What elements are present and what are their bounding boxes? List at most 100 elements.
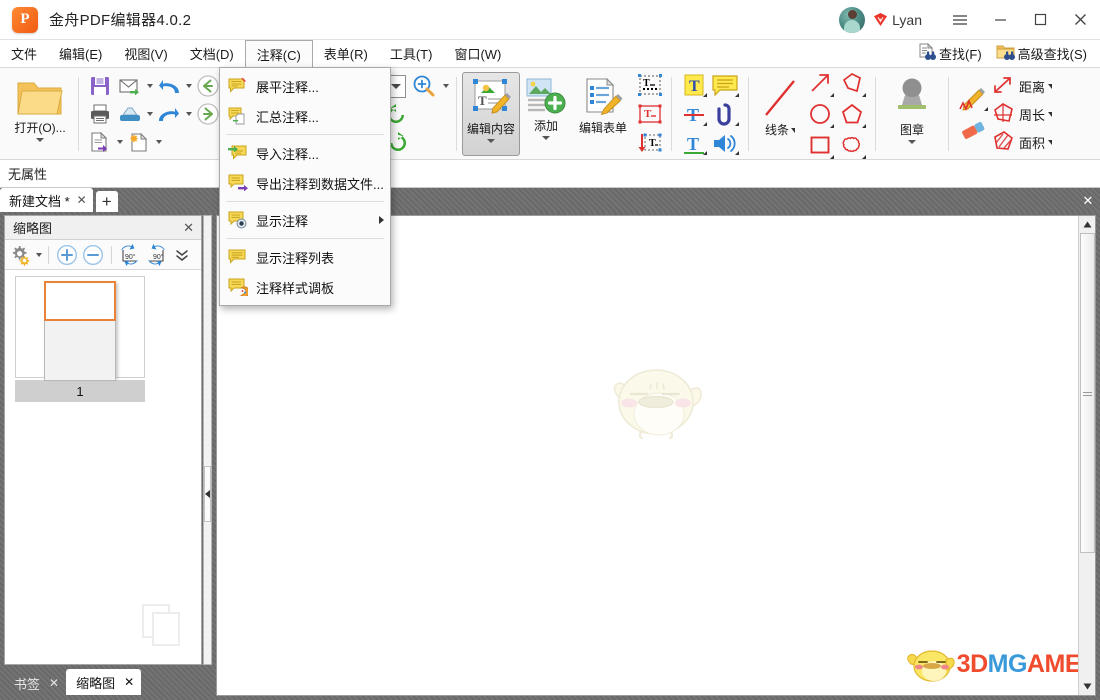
menu-item-show-comment[interactable]: 显示注释	[220, 205, 390, 235]
menu-item-import-comment[interactable]: 导入注释...	[220, 138, 390, 168]
thumbnail-zoom-out-button[interactable]	[81, 243, 105, 267]
rectangle-shape-button[interactable]	[804, 130, 836, 161]
more-options-triangle-icon[interactable]	[735, 93, 739, 97]
stamp-button[interactable]: 图章	[883, 72, 941, 156]
highlight-text-button[interactable]: T	[679, 71, 709, 99]
more-options-triangle-icon[interactable]	[862, 123, 866, 128]
more-options-triangle-icon[interactable]	[830, 123, 834, 128]
doc-tab-new-document[interactable]: 新建文档 * ✕	[0, 188, 93, 212]
open-file-button[interactable]: 打开(O)...	[9, 72, 71, 156]
export-document-button[interactable]	[86, 129, 114, 155]
panel-tab-thumbnails[interactable]: 缩略图 ✕	[66, 669, 142, 695]
find-button[interactable]: 查找(F)	[912, 42, 987, 65]
chevron-down-icon[interactable]	[186, 112, 192, 116]
menu-item-export-comment[interactable]: 导出注释到数据文件...	[220, 168, 390, 198]
previous-page-button[interactable]	[194, 73, 222, 99]
maximize-button[interactable]	[1020, 0, 1060, 40]
thumbnail-page-preview[interactable]	[44, 281, 116, 381]
more-options-button[interactable]	[170, 243, 194, 267]
chevron-down-icon[interactable]	[36, 252, 42, 257]
user-avatar-photo[interactable]	[839, 6, 866, 33]
attach-file-button[interactable]	[709, 100, 741, 128]
close-icon[interactable]: ✕	[124, 675, 134, 689]
menu-item-comment-list[interactable]: 显示注释列表	[220, 242, 390, 272]
chevron-down-icon[interactable]	[156, 140, 162, 144]
text-box-button[interactable]: T	[634, 100, 666, 128]
measure-area-button[interactable]: 面积	[990, 128, 1053, 156]
rotate-right-90-button[interactable]: 90°	[144, 243, 168, 267]
sticky-note-button[interactable]	[709, 71, 741, 99]
panel-splitter[interactable]	[203, 215, 212, 665]
cloud-shape-button[interactable]	[836, 130, 868, 161]
thumbnail-settings-button[interactable]	[9, 243, 33, 267]
add-content-button[interactable]: 添加	[520, 72, 572, 156]
strikethrough-button[interactable]: T	[679, 100, 709, 128]
pentagon-shape-button[interactable]	[836, 99, 868, 130]
menu-window[interactable]: 窗口(W)	[443, 40, 512, 67]
more-options-triangle-icon[interactable]	[862, 154, 866, 159]
underline-button[interactable]: T	[679, 129, 709, 157]
chevron-down-icon[interactable]	[443, 84, 449, 88]
zoom-magnifier-button[interactable]	[410, 73, 438, 99]
more-options-triangle-icon[interactable]	[735, 122, 739, 126]
thumbnail-item[interactable]: 1	[15, 276, 145, 402]
close-button[interactable]	[1060, 0, 1100, 40]
scroll-down-button[interactable]	[1079, 678, 1095, 695]
ellipse-shape-button[interactable]	[804, 99, 836, 130]
undo-button[interactable]	[155, 73, 183, 99]
text-field-select-button[interactable]: T	[634, 71, 666, 99]
more-options-triangle-icon[interactable]	[830, 154, 834, 159]
menu-form[interactable]: 表单(R)	[313, 40, 379, 67]
chevron-down-icon[interactable]	[117, 140, 123, 144]
close-document-button[interactable]: ✕	[1076, 190, 1100, 212]
viewer-scrollbar[interactable]	[1078, 216, 1095, 695]
more-options-triangle-icon[interactable]	[830, 92, 834, 97]
more-options-triangle-icon[interactable]	[984, 107, 988, 111]
scanner-button[interactable]	[116, 101, 144, 127]
menu-edit[interactable]: 编辑(E)	[48, 40, 113, 67]
close-icon[interactable]: ✕	[77, 193, 87, 207]
pencil-draw-button[interactable]	[956, 83, 990, 113]
scroll-up-button[interactable]	[1079, 216, 1095, 233]
chevron-down-icon[interactable]	[487, 139, 495, 144]
more-options-triangle-icon[interactable]	[862, 92, 866, 97]
more-options-triangle-icon[interactable]	[791, 128, 795, 134]
chevron-down-icon[interactable]	[542, 136, 550, 141]
measure-perimeter-button[interactable]: 周长	[990, 100, 1053, 128]
hamburger-menu-icon[interactable]	[940, 0, 980, 40]
eraser-button[interactable]	[956, 115, 990, 145]
arrow-shape-button[interactable]	[804, 68, 836, 99]
more-options-triangle-icon[interactable]	[703, 122, 707, 126]
close-icon[interactable]: ✕	[180, 220, 197, 236]
thumbnail-zoom-in-button[interactable]	[55, 243, 79, 267]
chevron-down-icon[interactable]	[391, 83, 401, 89]
print-button[interactable]	[86, 101, 114, 127]
measure-distance-button[interactable]: 距离	[990, 72, 1053, 100]
menu-item-flatten-comment[interactable]: 展平注释...	[220, 71, 390, 101]
chevron-down-icon[interactable]	[147, 84, 153, 88]
next-page-button[interactable]	[194, 101, 222, 127]
rotate-left-90-button[interactable]: 90°	[118, 243, 142, 267]
chevron-down-icon[interactable]	[147, 112, 153, 116]
more-options-triangle-icon[interactable]	[735, 151, 739, 155]
more-options-triangle-icon[interactable]	[1048, 139, 1053, 145]
save-button[interactable]	[86, 73, 114, 99]
menu-item-summarize-comment[interactable]: 汇总注释...	[220, 101, 390, 131]
new-document-button[interactable]	[125, 129, 153, 155]
advanced-find-button[interactable]: 高级查找(S)	[991, 42, 1092, 65]
panel-tab-bookmarks[interactable]: 书签 ✕	[4, 671, 66, 695]
menu-comment[interactable]: 注释(C)	[244, 40, 313, 68]
comment-menu-dropdown[interactable]: 展平注释... 汇总注释... 导入注释... 导出注释到数据文件... 显示注…	[219, 67, 391, 306]
audio-note-button[interactable]	[709, 129, 741, 157]
menu-item-comment-style-palette[interactable]: 注释样式调板	[220, 272, 390, 302]
more-options-triangle-icon[interactable]	[1048, 111, 1053, 117]
chevron-down-icon[interactable]	[186, 84, 192, 88]
chevron-down-icon[interactable]	[36, 138, 44, 143]
polygon-shape-button[interactable]	[836, 68, 868, 99]
edit-content-button[interactable]: T 编辑内容	[462, 72, 520, 156]
menu-file[interactable]: 文件	[0, 40, 48, 67]
thumbnail-list[interactable]: 1	[5, 270, 201, 664]
menu-view[interactable]: 视图(V)	[113, 40, 178, 67]
more-options-triangle-icon[interactable]	[703, 93, 707, 97]
menu-document[interactable]: 文档(D)	[179, 40, 245, 67]
